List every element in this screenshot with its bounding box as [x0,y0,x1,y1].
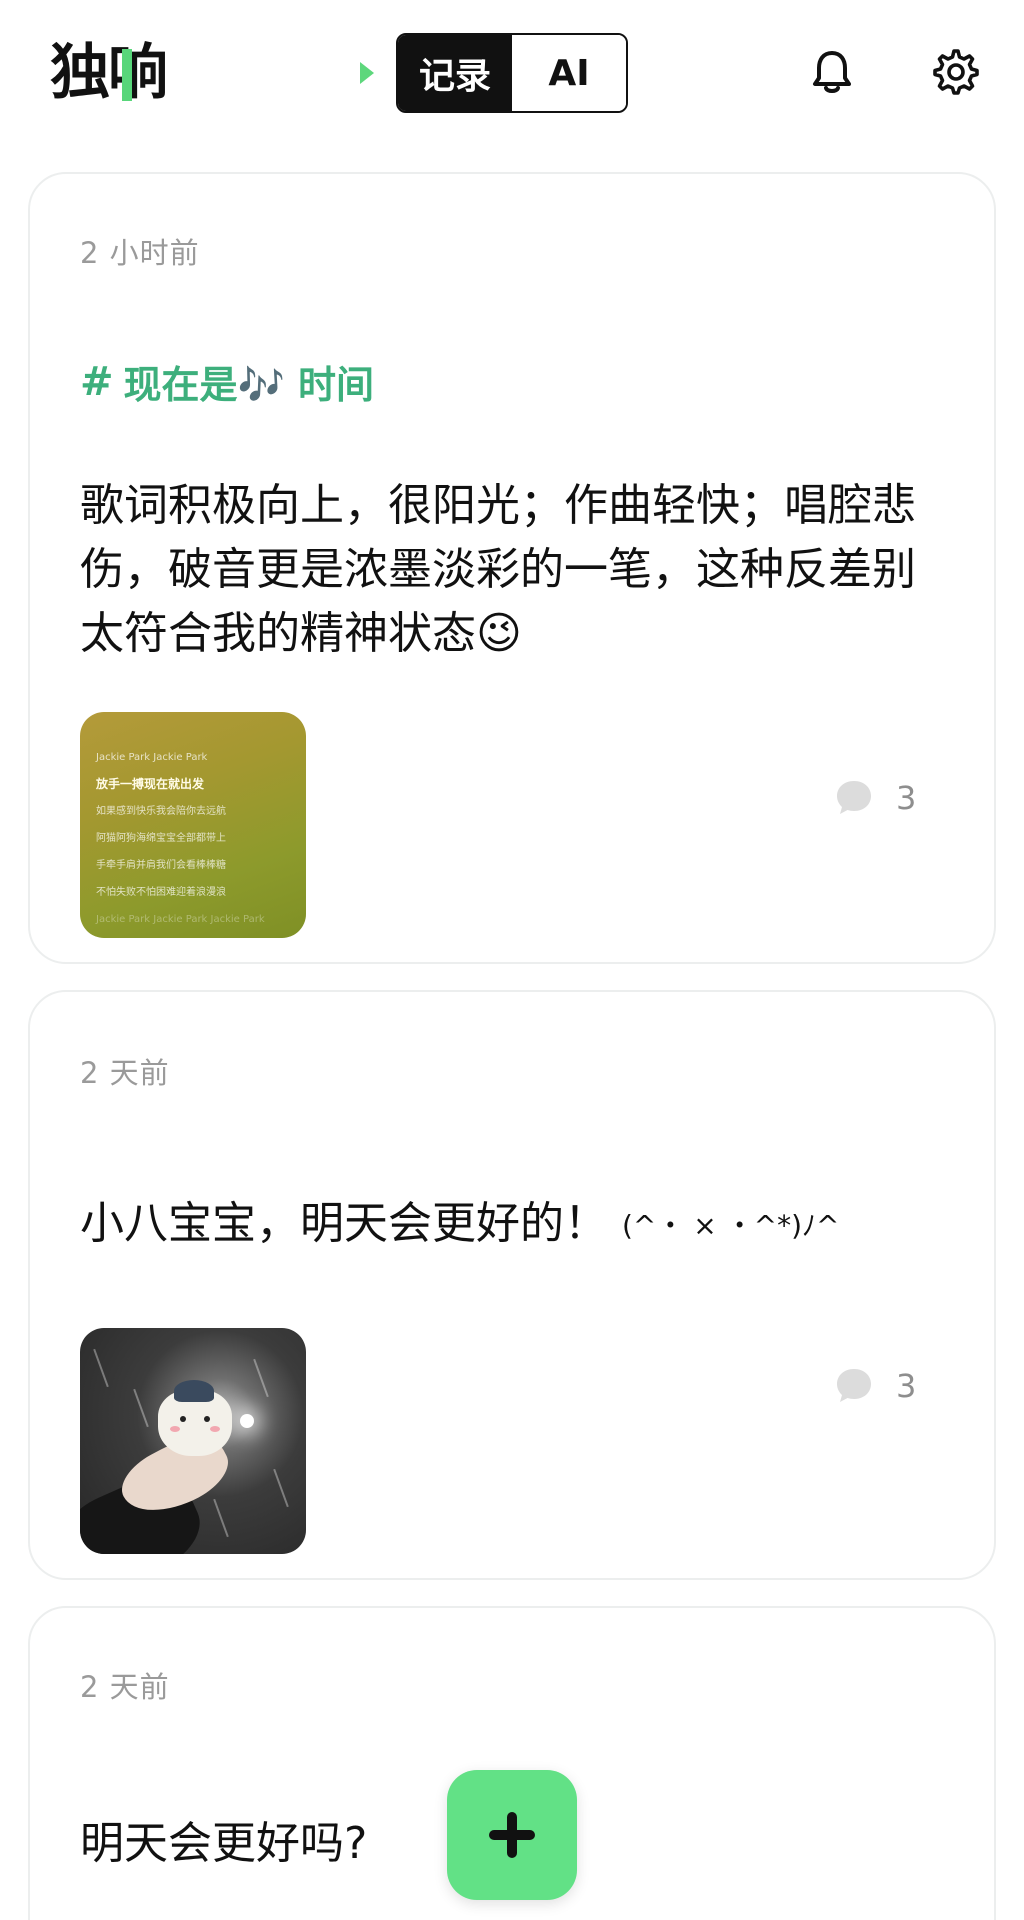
lyric-line-current: 放手一搏现在就出发 [96,777,205,791]
lyric-line: Jackie Park Jackie Park Jackie Park [96,914,265,925]
topic-label: 现在是🎶 时间 [123,363,375,407]
snow-streak [253,1358,269,1398]
plush-cheek [210,1426,220,1432]
mode-indicator-icon [360,62,374,84]
plus-icon [489,1812,535,1858]
logo-char-1: 独 [50,38,110,108]
snow-streak [213,1498,229,1538]
hashtag-icon: # [80,358,114,405]
bell-icon[interactable] [806,46,858,98]
app-logo: 独 响 [50,38,168,108]
plush-hat [174,1380,214,1402]
tab-ai[interactable]: AI [512,35,626,111]
image-header-line [96,730,292,744]
mode-switch[interactable]: 记录 AI [396,33,628,113]
topic-tag[interactable]: # 现在是🎶 时间 [80,354,374,409]
post-card[interactable]: 2 天前 小八宝宝，明天会更好的！ (^・ × ・^*)ﾉ^ 3 [28,990,996,1580]
post-text: 小八宝宝，明天会更好的！ [80,1198,608,1249]
logo-char-2: 响 [108,38,168,108]
lyric-line: 手牵手肩并肩我们会看棒棒糖 [96,860,226,871]
kaomoji: (^・ × ・^*)ﾉ^ [622,1209,840,1242]
snow-streak [133,1388,149,1428]
post-image[interactable]: Jackie Park Jackie Park 放手一搏现在就出发 如果感到快乐… [80,712,306,938]
plush-eye [204,1416,210,1422]
plush-eye [180,1416,186,1422]
snow-streak [273,1468,289,1508]
logo-accent-bar [122,49,132,101]
post-timestamp: 2 天前 [80,1056,170,1090]
logo-char-2-wrap: 响 [108,43,168,103]
tab-record[interactable]: 记录 [398,35,512,111]
comment-button[interactable]: 3 [834,778,916,818]
post-body: 歌词积极向上，很阳光；作曲轻快；唱腔悲伤，破音更是浓墨淡彩的一笔，这种反差别太符… [80,480,916,659]
post-timestamp: 2 小时前 [80,236,200,270]
comment-icon [837,1369,871,1402]
post-timestamp: 2 天前 [80,1670,170,1704]
snow-streak [93,1348,109,1388]
gear-icon[interactable] [930,46,982,98]
lyric-line: Jackie Park Jackie Park [96,752,208,763]
lyric-line: 如果感到快乐我会陪你去远航 [96,806,226,817]
app-screen: 独 响 记录 AI 2 小时前 # 现在是🎶 时间 歌词积极向上，很阳光；作曲轻… [0,0,1024,1920]
post-image[interactable] [80,1328,306,1554]
plush-cheek [170,1426,180,1432]
street-light [240,1414,254,1428]
lyric-line: 不怕失败不怕困难迎着浪漫浪 [96,887,226,898]
comment-button[interactable]: 3 [834,1366,916,1406]
top-bar: 独 响 记录 AI [0,0,1024,150]
post-card[interactable]: 2 小时前 # 现在是🎶 时间 歌词积极向上，很阳光；作曲轻快；唱腔悲伤，破音更… [28,172,996,964]
comment-count: 3 [896,779,917,817]
comment-icon [837,781,871,814]
lyric-line: 阿猫阿狗海绵宝宝全部都带上 [96,833,226,844]
post-body: 小八宝宝，明天会更好的！ (^・ × ・^*)ﾉ^ [80,1192,950,1258]
add-post-button[interactable] [447,1770,577,1900]
comment-count: 3 [896,1367,917,1405]
